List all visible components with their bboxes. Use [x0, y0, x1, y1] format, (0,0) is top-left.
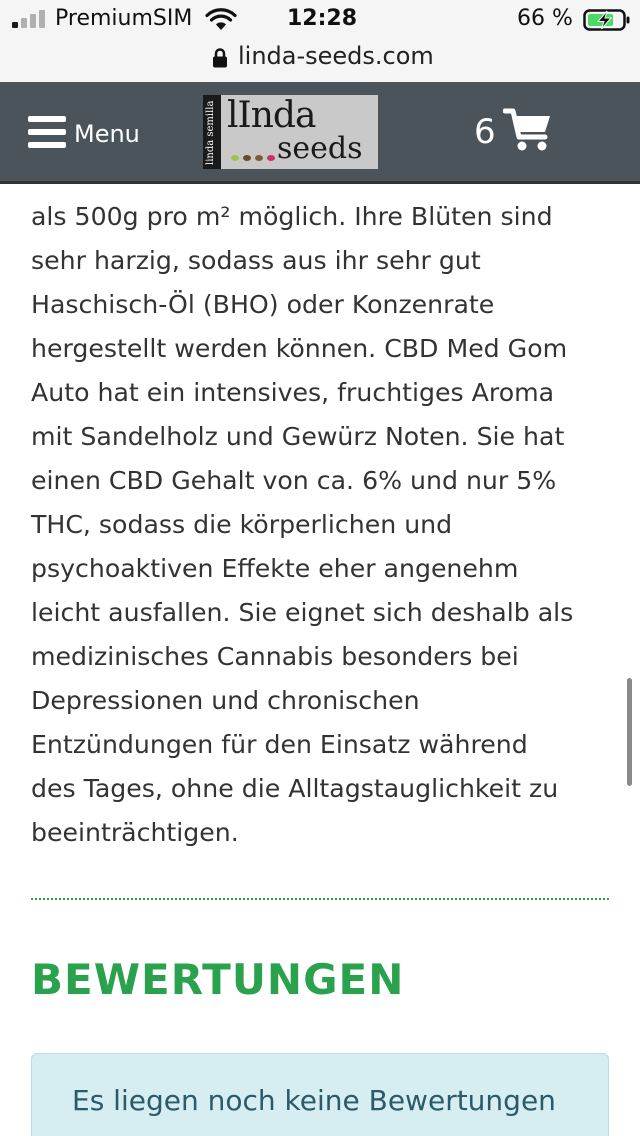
battery-charging-icon — [583, 9, 630, 31]
logo-word-linda: lInda — [227, 95, 316, 136]
logo-side-band: linda semilla — [203, 95, 221, 169]
description-line: hergestellt werden können. CBD Med Gom — [31, 334, 568, 363]
hamburger-icon — [28, 116, 66, 148]
description-line: Haschisch-Öl (BHO) oder Konzenrate — [31, 290, 495, 319]
signal-icon — [12, 10, 48, 28]
description-line: des Tages, ohne die Alltagstauglichkeit … — [31, 774, 559, 803]
description-line: mit Sandelholz und Gewürz Noten. Sie hat — [31, 422, 565, 451]
description-line: leicht ausfallen. Sie eignet sich deshal… — [31, 598, 574, 627]
clock: 12:28 — [287, 6, 358, 31]
logo-word-seeds: seeds — [277, 131, 363, 166]
logo-side-text: linda semilla — [205, 100, 216, 165]
description-line: psychoaktiven Effekte eher angenehm — [31, 554, 519, 583]
url-bar[interactable]: linda-seeds.com — [0, 40, 640, 82]
product-description: als 500g pro m² möglich. Ihre Blüten sin… — [31, 195, 621, 855]
no-reviews-text: Es liegen noch keine Bewertungen — [72, 1084, 556, 1117]
section-divider — [31, 898, 609, 900]
battery-percent: 66 % — [517, 6, 573, 31]
menu-button[interactable]: Menu — [28, 112, 140, 152]
description-line: beeinträchtigen. — [31, 818, 239, 847]
no-reviews-notice: Es liegen noch keine Bewertungen — [31, 1053, 609, 1136]
cart-count[interactable]: 6 — [474, 112, 496, 152]
site-header: Menu linda semilla lInda seeds 6 — [0, 82, 640, 184]
lock-icon — [213, 48, 227, 68]
wifi-icon — [205, 8, 237, 30]
shopping-cart-icon[interactable] — [503, 106, 553, 152]
description-line: sehr harzig, sodass aus ihr sehr gut — [31, 246, 481, 275]
reviews-heading: BEWERTUNGEN — [31, 955, 405, 1004]
url-text[interactable]: linda-seeds.com — [238, 42, 434, 70]
carrier-name: PremiumSIM — [55, 6, 193, 31]
description-line: als 500g pro m² möglich. Ihre Blüten sin… — [31, 202, 553, 231]
description-line: THC, sodass die körperlichen und — [31, 510, 453, 539]
description-line: Auto hat ein intensives, fruchtiges Arom… — [31, 378, 555, 407]
description-line: medizinisches Cannabis besonders bei — [31, 642, 519, 671]
description-line: Entzündungen für den Einsatz während — [31, 730, 528, 759]
site-logo[interactable]: linda semilla lInda seeds — [203, 95, 378, 169]
logo-seed-dots — [231, 155, 275, 165]
status-bar: PremiumSIM 12:28 66 % — [0, 0, 640, 40]
description-line: einen CBD Gehalt von ca. 6% und nur 5% — [31, 466, 557, 495]
page-scrollbar[interactable] — [627, 678, 632, 786]
description-line: Depressionen und chronischen — [31, 686, 420, 715]
product-content: als 500g pro m² möglich. Ihre Blüten sin… — [0, 185, 640, 1136]
menu-label: Menu — [74, 120, 140, 148]
